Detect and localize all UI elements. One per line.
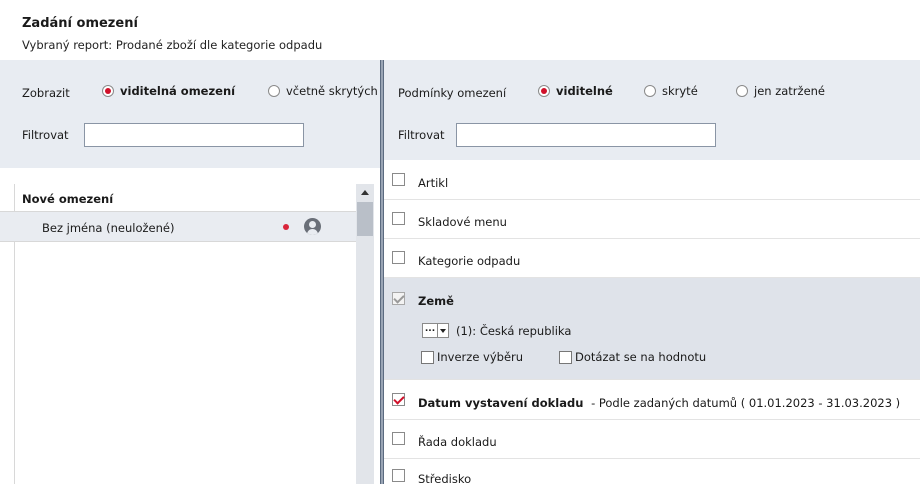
invert-selection-label: Inverze výběru: [437, 350, 524, 364]
condition-label: Středisko: [418, 472, 472, 484]
condition-row-zeme[interactable]: Země ... (1): Česká republika Inverze vý…: [384, 278, 920, 380]
condition-checkbox[interactable]: [392, 212, 405, 225]
condition-value: (1): Česká republika: [456, 324, 572, 338]
checkbox-box: [421, 350, 434, 364]
dialog-title: Zadání omezení: [22, 16, 138, 31]
show-label: Zobrazit: [22, 86, 70, 100]
condition-checkbox[interactable]: [392, 469, 405, 482]
ask-value-checkbox[interactable]: Dotázat se na hodnotu: [559, 350, 706, 364]
value-dropdown[interactable]: ...: [422, 323, 449, 338]
radio-only-checked-label: jen zatržené: [754, 84, 826, 98]
conditions-label: Podmínky omezení: [398, 86, 507, 100]
condition-checkbox[interactable]: [392, 251, 405, 264]
condition-row-kategorie[interactable]: Kategorie odpadu: [384, 239, 920, 278]
condition-row-stredisko[interactable]: Středisko: [384, 459, 920, 484]
radio-including-hidden[interactable]: včetně skrytých: [268, 84, 378, 98]
invert-selection-checkbox[interactable]: Inverze výběru: [421, 350, 523, 364]
checkbox-box: [559, 350, 572, 364]
condition-detail: - Podle zadaných datumů ( 01.01.2023 - 3…: [591, 396, 901, 410]
right-toolbar: Podmínky omezení viditelné skryté jen za…: [384, 60, 920, 168]
radio-unselected-icon: [736, 85, 748, 97]
condition-row-artikl[interactable]: Artikl: [384, 160, 920, 200]
condition-checkbox[interactable]: [392, 432, 405, 445]
condition-row-datum[interactable]: Datum vystavení dokladu - Podle zadaných…: [384, 380, 920, 420]
condition-row-skladove-menu[interactable]: Skladové menu: [384, 200, 920, 239]
radio-unselected-icon: [268, 85, 280, 97]
unsaved-dot-icon: [283, 224, 289, 230]
list-item[interactable]: Bez jména (neuložené): [0, 212, 356, 242]
left-scrollbar[interactable]: [356, 184, 374, 484]
left-filter-input[interactable]: [84, 123, 304, 147]
conditions-list: Artikl Skladové menu Kategorie odpadu Ze…: [384, 160, 920, 484]
scrollbar-thumb[interactable]: [357, 202, 373, 236]
right-filter-input[interactable]: [456, 123, 716, 147]
left-filter-label: Filtrovat: [22, 128, 69, 142]
condition-checkbox[interactable]: [392, 173, 405, 186]
condition-label: Řada dokladu: [418, 435, 497, 449]
user-icon[interactable]: [304, 218, 321, 235]
report-subtitle: Vybraný report: Prodané zboží dle katego…: [22, 38, 323, 52]
radio-unselected-icon: [644, 85, 656, 97]
radio-selected-icon: [102, 85, 114, 97]
chevron-down-icon[interactable]: [438, 323, 449, 338]
splitter-inner: [381, 60, 383, 484]
condition-label: Datum vystavení dokladu - Podle zadaných…: [418, 396, 900, 410]
condition-row-rada[interactable]: Řada dokladu: [384, 420, 920, 459]
group-header-label: Nové omezení: [22, 192, 114, 206]
condition-label: Artikl: [418, 176, 449, 190]
radio-visible-conditions[interactable]: viditelné: [538, 84, 613, 98]
right-filter-label: Filtrovat: [398, 128, 445, 142]
radio-including-hidden-label: včetně skrytých: [286, 84, 378, 98]
list-item-label: Bez jména (neuložené): [42, 221, 175, 235]
radio-hidden-conditions[interactable]: skryté: [644, 84, 698, 98]
dropdown-dots: ...: [422, 323, 438, 338]
condition-checkbox[interactable]: [392, 292, 405, 305]
radio-only-checked[interactable]: jen zatržené: [736, 84, 825, 98]
restrictions-list: Nové omezení Bez jména (neuložené): [0, 168, 380, 484]
left-toolbar: Zobrazit viditelná omezení včetně skrytý…: [0, 60, 380, 168]
radio-selected-icon: [538, 85, 550, 97]
radio-visible-restrictions[interactable]: viditelná omezení: [102, 84, 235, 98]
condition-label: Skladové menu: [418, 215, 507, 229]
dialog-header: Zadání omezení Vybraný report: Prodané z…: [0, 0, 920, 60]
condition-label: Země: [418, 294, 454, 308]
condition-title: Datum vystavení dokladu: [418, 396, 584, 410]
restrictions-group-header[interactable]: Nové omezení: [0, 184, 356, 212]
radio-visible-conditions-label: viditelné: [556, 84, 613, 98]
condition-label: Kategorie odpadu: [418, 254, 521, 268]
scroll-up-icon[interactable]: [356, 184, 374, 202]
ask-value-label: Dotázat se na hodnotu: [575, 350, 707, 364]
radio-hidden-conditions-label: skryté: [662, 84, 698, 98]
condition-checkbox[interactable]: [392, 393, 405, 406]
radio-visible-restrictions-label: viditelná omezení: [120, 84, 236, 98]
